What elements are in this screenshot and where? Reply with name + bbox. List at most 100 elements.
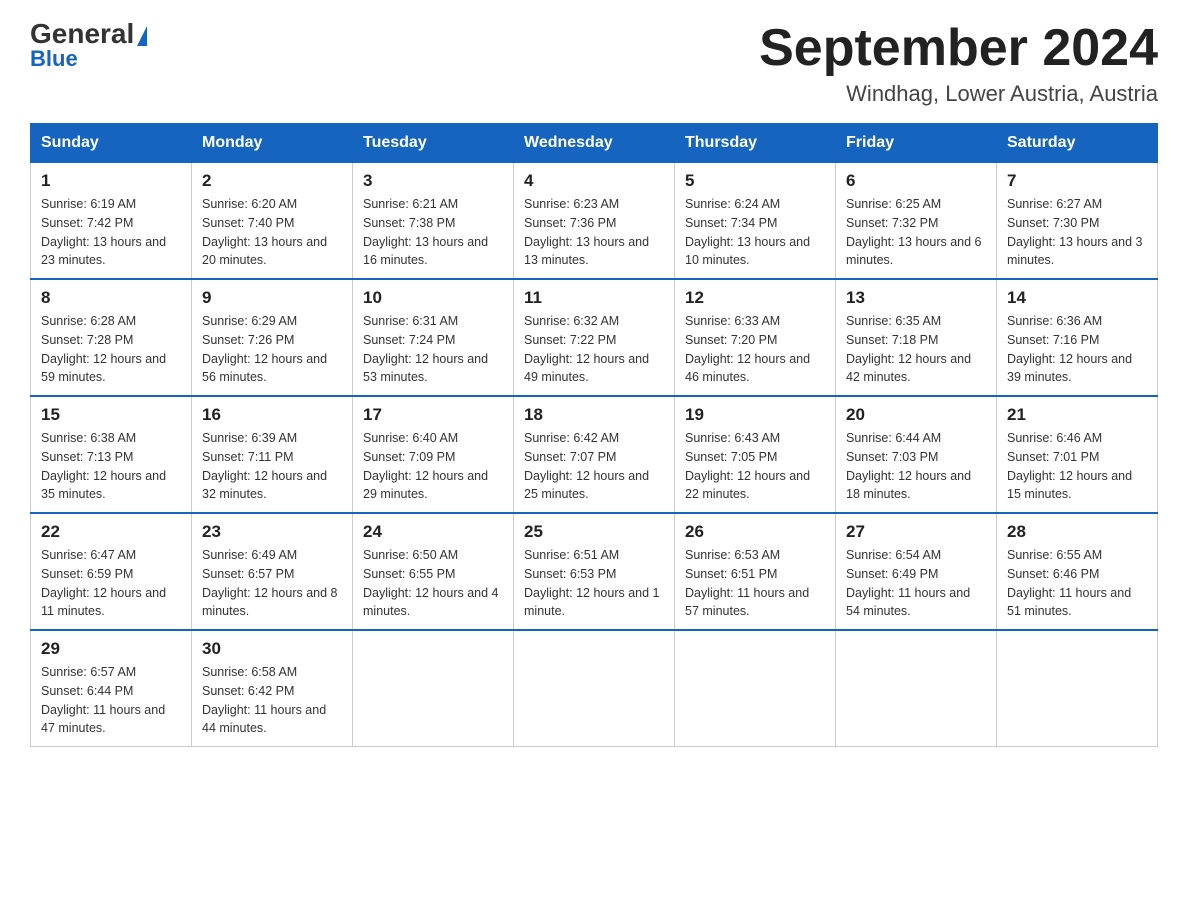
calendar-week-row: 29 Sunrise: 6:57 AM Sunset: 6:44 PM Dayl… bbox=[31, 630, 1158, 747]
table-row: 18 Sunrise: 6:42 AM Sunset: 7:07 PM Dayl… bbox=[514, 396, 675, 513]
day-info: Sunrise: 6:36 AM Sunset: 7:16 PM Dayligh… bbox=[1007, 312, 1147, 387]
day-info: Sunrise: 6:31 AM Sunset: 7:24 PM Dayligh… bbox=[363, 312, 503, 387]
day-info: Sunrise: 6:43 AM Sunset: 7:05 PM Dayligh… bbox=[685, 429, 825, 504]
day-info: Sunrise: 6:53 AM Sunset: 6:51 PM Dayligh… bbox=[685, 546, 825, 621]
day-info: Sunrise: 6:46 AM Sunset: 7:01 PM Dayligh… bbox=[1007, 429, 1147, 504]
table-row: 2 Sunrise: 6:20 AM Sunset: 7:40 PM Dayli… bbox=[192, 163, 353, 280]
logo: General Blue bbox=[30, 20, 147, 72]
calendar-week-row: 15 Sunrise: 6:38 AM Sunset: 7:13 PM Dayl… bbox=[31, 396, 1158, 513]
day-info: Sunrise: 6:47 AM Sunset: 6:59 PM Dayligh… bbox=[41, 546, 181, 621]
day-number: 29 bbox=[41, 639, 181, 659]
day-number: 30 bbox=[202, 639, 342, 659]
day-info: Sunrise: 6:28 AM Sunset: 7:28 PM Dayligh… bbox=[41, 312, 181, 387]
day-info: Sunrise: 6:20 AM Sunset: 7:40 PM Dayligh… bbox=[202, 195, 342, 270]
table-row: 25 Sunrise: 6:51 AM Sunset: 6:53 PM Dayl… bbox=[514, 513, 675, 630]
day-info: Sunrise: 6:55 AM Sunset: 6:46 PM Dayligh… bbox=[1007, 546, 1147, 621]
day-number: 21 bbox=[1007, 405, 1147, 425]
logo-blue: Blue bbox=[30, 46, 78, 72]
calendar-week-row: 1 Sunrise: 6:19 AM Sunset: 7:42 PM Dayli… bbox=[31, 163, 1158, 280]
day-info: Sunrise: 6:42 AM Sunset: 7:07 PM Dayligh… bbox=[524, 429, 664, 504]
day-number: 10 bbox=[363, 288, 503, 308]
day-number: 13 bbox=[846, 288, 986, 308]
day-number: 19 bbox=[685, 405, 825, 425]
day-info: Sunrise: 6:40 AM Sunset: 7:09 PM Dayligh… bbox=[363, 429, 503, 504]
header-tuesday: Tuesday bbox=[353, 124, 514, 163]
day-number: 6 bbox=[846, 171, 986, 191]
header-friday: Friday bbox=[836, 124, 997, 163]
table-row: 26 Sunrise: 6:53 AM Sunset: 6:51 PM Dayl… bbox=[675, 513, 836, 630]
day-info: Sunrise: 6:49 AM Sunset: 6:57 PM Dayligh… bbox=[202, 546, 342, 621]
day-info: Sunrise: 6:44 AM Sunset: 7:03 PM Dayligh… bbox=[846, 429, 986, 504]
table-row: 13 Sunrise: 6:35 AM Sunset: 7:18 PM Dayl… bbox=[836, 279, 997, 396]
day-info: Sunrise: 6:57 AM Sunset: 6:44 PM Dayligh… bbox=[41, 663, 181, 738]
table-row: 4 Sunrise: 6:23 AM Sunset: 7:36 PM Dayli… bbox=[514, 163, 675, 280]
table-row: 6 Sunrise: 6:25 AM Sunset: 7:32 PM Dayli… bbox=[836, 163, 997, 280]
table-row: 20 Sunrise: 6:44 AM Sunset: 7:03 PM Dayl… bbox=[836, 396, 997, 513]
table-row: 27 Sunrise: 6:54 AM Sunset: 6:49 PM Dayl… bbox=[836, 513, 997, 630]
calendar-week-row: 22 Sunrise: 6:47 AM Sunset: 6:59 PM Dayl… bbox=[31, 513, 1158, 630]
day-number: 15 bbox=[41, 405, 181, 425]
table-row: 10 Sunrise: 6:31 AM Sunset: 7:24 PM Dayl… bbox=[353, 279, 514, 396]
day-info: Sunrise: 6:38 AM Sunset: 7:13 PM Dayligh… bbox=[41, 429, 181, 504]
day-number: 14 bbox=[1007, 288, 1147, 308]
table-row: 23 Sunrise: 6:49 AM Sunset: 6:57 PM Dayl… bbox=[192, 513, 353, 630]
table-row: 19 Sunrise: 6:43 AM Sunset: 7:05 PM Dayl… bbox=[675, 396, 836, 513]
day-number: 11 bbox=[524, 288, 664, 308]
day-info: Sunrise: 6:23 AM Sunset: 7:36 PM Dayligh… bbox=[524, 195, 664, 270]
table-row: 1 Sunrise: 6:19 AM Sunset: 7:42 PM Dayli… bbox=[31, 163, 192, 280]
day-number: 5 bbox=[685, 171, 825, 191]
day-info: Sunrise: 6:39 AM Sunset: 7:11 PM Dayligh… bbox=[202, 429, 342, 504]
table-row bbox=[675, 630, 836, 747]
table-row: 9 Sunrise: 6:29 AM Sunset: 7:26 PM Dayli… bbox=[192, 279, 353, 396]
table-row: 21 Sunrise: 6:46 AM Sunset: 7:01 PM Dayl… bbox=[997, 396, 1158, 513]
day-info: Sunrise: 6:50 AM Sunset: 6:55 PM Dayligh… bbox=[363, 546, 503, 621]
day-number: 7 bbox=[1007, 171, 1147, 191]
day-number: 17 bbox=[363, 405, 503, 425]
weekday-header-row: Sunday Monday Tuesday Wednesday Thursday… bbox=[31, 124, 1158, 163]
day-number: 16 bbox=[202, 405, 342, 425]
day-info: Sunrise: 6:33 AM Sunset: 7:20 PM Dayligh… bbox=[685, 312, 825, 387]
day-info: Sunrise: 6:21 AM Sunset: 7:38 PM Dayligh… bbox=[363, 195, 503, 270]
day-info: Sunrise: 6:19 AM Sunset: 7:42 PM Dayligh… bbox=[41, 195, 181, 270]
calendar-title: September 2024 bbox=[759, 20, 1158, 77]
table-row: 30 Sunrise: 6:58 AM Sunset: 6:42 PM Dayl… bbox=[192, 630, 353, 747]
day-number: 24 bbox=[363, 522, 503, 542]
table-row: 22 Sunrise: 6:47 AM Sunset: 6:59 PM Dayl… bbox=[31, 513, 192, 630]
day-number: 20 bbox=[846, 405, 986, 425]
table-row: 3 Sunrise: 6:21 AM Sunset: 7:38 PM Dayli… bbox=[353, 163, 514, 280]
day-info: Sunrise: 6:24 AM Sunset: 7:34 PM Dayligh… bbox=[685, 195, 825, 270]
table-row bbox=[353, 630, 514, 747]
table-row: 8 Sunrise: 6:28 AM Sunset: 7:28 PM Dayli… bbox=[31, 279, 192, 396]
title-area: September 2024 Windhag, Lower Austria, A… bbox=[759, 20, 1158, 107]
header-wednesday: Wednesday bbox=[514, 124, 675, 163]
calendar-week-row: 8 Sunrise: 6:28 AM Sunset: 7:28 PM Dayli… bbox=[31, 279, 1158, 396]
table-row: 12 Sunrise: 6:33 AM Sunset: 7:20 PM Dayl… bbox=[675, 279, 836, 396]
day-number: 23 bbox=[202, 522, 342, 542]
table-row: 5 Sunrise: 6:24 AM Sunset: 7:34 PM Dayli… bbox=[675, 163, 836, 280]
day-info: Sunrise: 6:27 AM Sunset: 7:30 PM Dayligh… bbox=[1007, 195, 1147, 270]
table-row: 28 Sunrise: 6:55 AM Sunset: 6:46 PM Dayl… bbox=[997, 513, 1158, 630]
day-number: 18 bbox=[524, 405, 664, 425]
day-number: 1 bbox=[41, 171, 181, 191]
header-monday: Monday bbox=[192, 124, 353, 163]
table-row: 24 Sunrise: 6:50 AM Sunset: 6:55 PM Dayl… bbox=[353, 513, 514, 630]
day-number: 22 bbox=[41, 522, 181, 542]
day-info: Sunrise: 6:29 AM Sunset: 7:26 PM Dayligh… bbox=[202, 312, 342, 387]
day-number: 8 bbox=[41, 288, 181, 308]
table-row bbox=[514, 630, 675, 747]
page-header: General Blue September 2024 Windhag, Low… bbox=[30, 20, 1158, 107]
table-row: 11 Sunrise: 6:32 AM Sunset: 7:22 PM Dayl… bbox=[514, 279, 675, 396]
day-number: 25 bbox=[524, 522, 664, 542]
day-info: Sunrise: 6:32 AM Sunset: 7:22 PM Dayligh… bbox=[524, 312, 664, 387]
table-row: 17 Sunrise: 6:40 AM Sunset: 7:09 PM Dayl… bbox=[353, 396, 514, 513]
day-info: Sunrise: 6:54 AM Sunset: 6:49 PM Dayligh… bbox=[846, 546, 986, 621]
day-number: 3 bbox=[363, 171, 503, 191]
table-row: 15 Sunrise: 6:38 AM Sunset: 7:13 PM Dayl… bbox=[31, 396, 192, 513]
calendar-table: Sunday Monday Tuesday Wednesday Thursday… bbox=[30, 123, 1158, 747]
day-info: Sunrise: 6:35 AM Sunset: 7:18 PM Dayligh… bbox=[846, 312, 986, 387]
table-row: 7 Sunrise: 6:27 AM Sunset: 7:30 PM Dayli… bbox=[997, 163, 1158, 280]
day-number: 26 bbox=[685, 522, 825, 542]
day-number: 2 bbox=[202, 171, 342, 191]
table-row: 14 Sunrise: 6:36 AM Sunset: 7:16 PM Dayl… bbox=[997, 279, 1158, 396]
day-number: 27 bbox=[846, 522, 986, 542]
